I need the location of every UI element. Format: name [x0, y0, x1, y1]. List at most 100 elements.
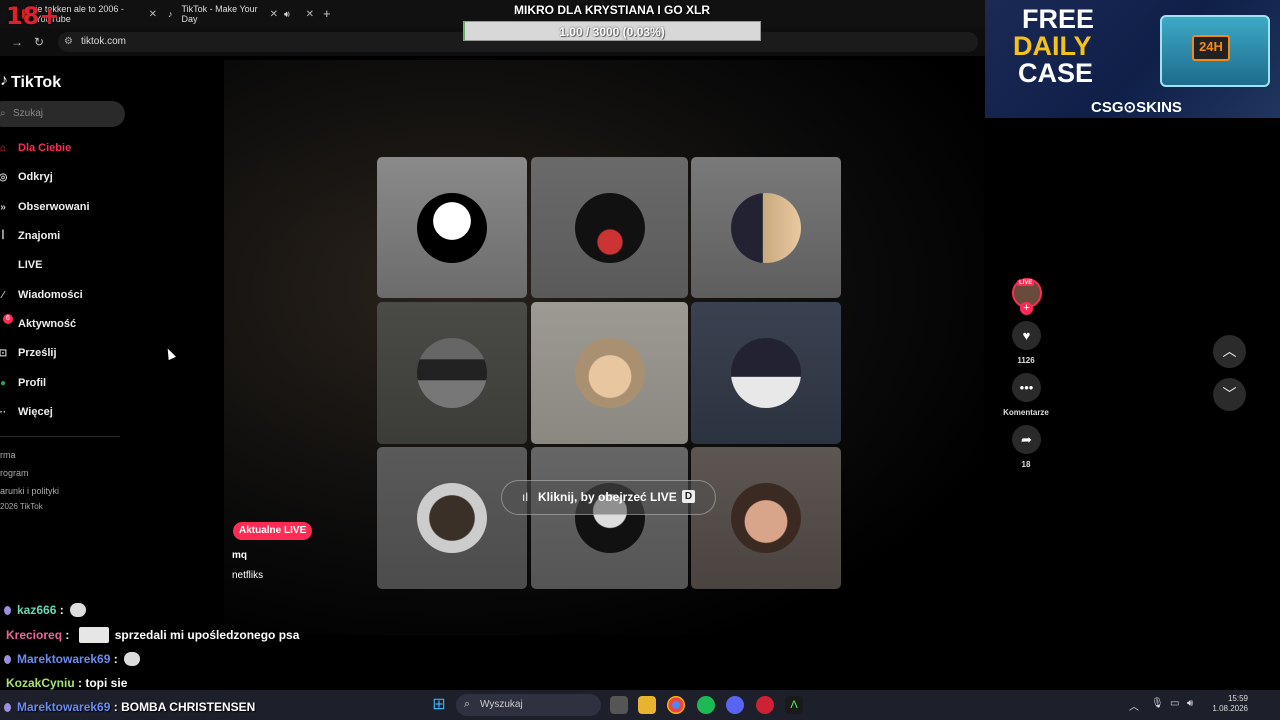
previous-video-button[interactable]: ︿ — [1213, 335, 1246, 368]
guest-tile — [377, 302, 527, 444]
tray-expand-icon[interactable]: ︿ — [1129, 698, 1139, 713]
next-video-button[interactable]: ﹀ — [1213, 378, 1246, 411]
ad-line-case: CASE — [1018, 58, 1094, 88]
upload-icon: ⊡ — [0, 347, 8, 359]
ad-line-free: FREE — [1022, 4, 1095, 34]
guest-tile — [691, 447, 841, 589]
chat-message: Marektowarek69 : — [4, 649, 140, 669]
chat-text: sprzedali mi upośledzonego psa — [114, 628, 300, 642]
guest-tile — [531, 157, 688, 298]
forward-icon[interactable]: → — [11, 35, 23, 49]
guest-tile — [531, 302, 688, 444]
ad-24h-label: 24H — [1192, 35, 1230, 61]
nav-przeslij[interactable]: ⊡ Prześlij — [0, 344, 57, 362]
app-icon[interactable] — [756, 696, 774, 714]
footer-copyright: 2026 TikTok — [0, 502, 43, 511]
nav-wiecej[interactable]: ·· Więcej — [0, 403, 53, 421]
chat-badge-icon — [4, 702, 11, 712]
clock-time: 15:59 — [1227, 694, 1248, 703]
chat-emote-icon — [123, 652, 140, 666]
nav-obserwowani[interactable]: » Obserwowani — [0, 198, 90, 216]
chat-text: BOMBA CHRISTENSEN — [121, 700, 256, 714]
nav-label: Obserwowani — [18, 201, 90, 213]
watch-live-label: Kliknij, by obejrzeć LIVE — [538, 490, 677, 504]
footer-link-program[interactable]: rogram — [0, 468, 29, 478]
site-info-icon[interactable]: ⚙ — [64, 36, 73, 47]
guest-tile — [531, 447, 688, 589]
goal-title: MIKRO DLA KRYSTIANA I GO XLR — [514, 3, 710, 17]
tab-audio[interactable]: 🔊︎ ✕ — [284, 4, 314, 24]
chat-username: Krecioreq — [6, 628, 63, 642]
current-live-badge[interactable]: Aktualne LIVE — [233, 522, 313, 540]
goal-progress-text: 1.00 / 3000 (0.03%) — [559, 25, 665, 39]
search-icon: ⌕ — [464, 698, 471, 710]
chat-emote-icon — [78, 627, 109, 643]
taskbar-search-input[interactable] — [456, 694, 601, 716]
live-caption: netfliks — [232, 570, 264, 581]
url-text: tiktok.com — [81, 36, 127, 47]
terminal-app-icon[interactable]: Ʌ — [785, 696, 803, 714]
search-icon: ⌕ — [0, 108, 6, 119]
new-tab-button[interactable]: + — [323, 6, 331, 21]
microphone-icon[interactable]: 🎙︎ — [1151, 698, 1164, 709]
chat-message: Krecioreq : sprzedali mi upośledzonego p… — [6, 627, 300, 643]
nav-wiadomosci[interactable]: ⁄ Wiadomości — [0, 286, 83, 304]
send-icon: ⁄ — [2, 289, 4, 301]
follow-button[interactable]: + — [1020, 302, 1033, 315]
avatar — [417, 193, 487, 263]
nav-label: Więcej — [18, 406, 53, 418]
chat-username: KozakCyniu — [6, 676, 75, 690]
chrome-icon[interactable] — [667, 696, 685, 714]
avatar — [417, 483, 487, 553]
tab-label: TikTok - Make Your Day — [181, 4, 258, 24]
comment-button[interactable]: ••• — [1012, 373, 1041, 402]
taskbar-search-placeholder: Wyszukaj — [480, 699, 523, 710]
tab-close-icon[interactable]: ✕ — [149, 9, 157, 20]
tab-tiktok[interactable]: ♪ TikTok - Make Your Day ✕ — [168, 4, 278, 24]
chat-username: kaz666 — [17, 603, 57, 617]
nav-live[interactable]: LIVE — [0, 256, 42, 274]
guest-tile — [691, 157, 841, 298]
footer-link-terms[interactable]: arunki i polityki — [0, 486, 59, 496]
taskbar-clock[interactable]: 15:59 1.08.2026 — [1208, 694, 1248, 714]
mouse-cursor — [164, 346, 176, 361]
file-explorer-icon[interactable] — [638, 696, 656, 714]
discord-icon[interactable] — [726, 696, 744, 714]
goal-progress-bar: 1.00 / 3000 (0.03%) — [463, 21, 761, 41]
notification-count-badge: 6 — [3, 314, 13, 324]
clock-date: 1.08.2026 — [1212, 704, 1248, 713]
nav-odkryj[interactable]: ◎ Odkryj — [0, 168, 53, 186]
nav-znajomi[interactable]: ꟾ Znajomi — [0, 227, 61, 245]
chat-badge-icon — [4, 654, 11, 664]
footer-link-firma[interactable]: rma — [0, 450, 16, 460]
share-icon: ➦ — [1021, 432, 1032, 447]
live-bars-icon: ıl — [522, 490, 528, 504]
spotify-icon[interactable] — [697, 696, 715, 714]
share-button[interactable]: ➦ — [1012, 425, 1041, 454]
tiktok-logo[interactable]: TikTok — [11, 74, 61, 92]
ad-brand: CSG⊙SKINS — [1091, 99, 1182, 116]
tiktok-logo-icon[interactable]: ♪ — [0, 72, 8, 90]
windows-start-icon[interactable]: ⊞ — [430, 696, 448, 714]
tab-close-icon[interactable]: ✕ — [270, 9, 278, 20]
comments-label: Komentarze — [1003, 408, 1049, 417]
network-icon[interactable]: ▭ — [1170, 698, 1179, 709]
live-author[interactable]: mq — [232, 550, 247, 561]
avatar — [575, 193, 645, 263]
ad-line-daily: DAILY — [1013, 31, 1092, 61]
tab-close-icon[interactable]: ✕ — [306, 9, 314, 20]
friends-icon: ꟾ — [1, 230, 5, 242]
reload-icon[interactable]: ↻ — [34, 35, 44, 49]
task-view-icon[interactable] — [610, 696, 628, 714]
profile-icon: ● — [0, 377, 7, 389]
csgo-skins-ad[interactable]: FREE DAILY CASE 24H CSG⊙SKINS — [985, 0, 1280, 118]
nav-dla-ciebie[interactable]: ⌂ Dla Ciebie — [0, 139, 71, 157]
volume-icon[interactable]: 🔊︎ — [1187, 698, 1193, 709]
guest-tile — [377, 157, 527, 298]
like-button[interactable]: ♥ — [1012, 321, 1041, 350]
avatar — [731, 483, 801, 553]
nav-profil[interactable]: ● Profil — [0, 374, 46, 392]
share-count: 18 — [1021, 460, 1031, 469]
chat-username: Marektowarek69 — [17, 700, 111, 714]
avatar — [417, 338, 487, 408]
